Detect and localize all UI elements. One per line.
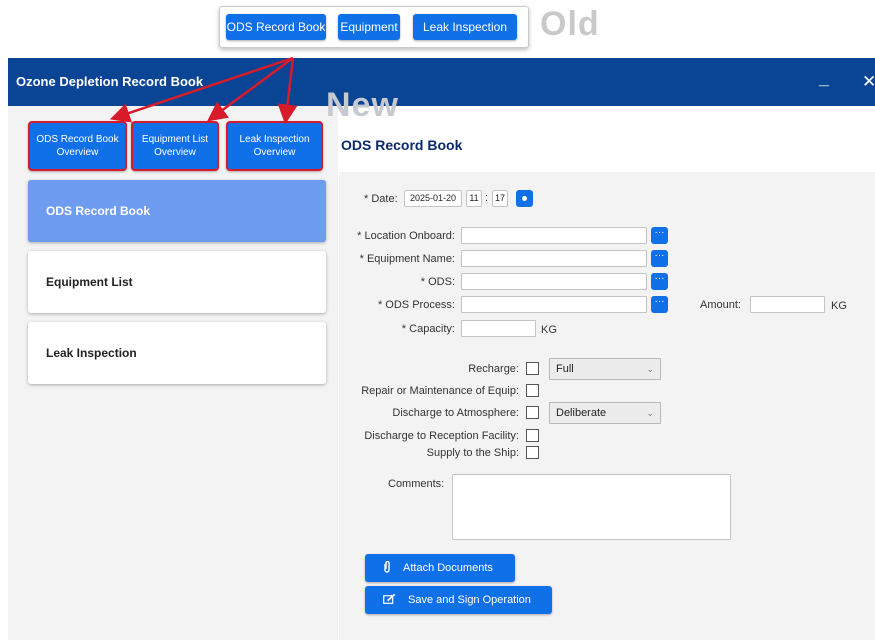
capacity-input[interactable]	[461, 320, 536, 337]
old-annotation-label: Old	[540, 5, 600, 43]
page-title: ODS Record Book	[341, 137, 463, 153]
location-lookup-button[interactable]: ···	[651, 227, 668, 244]
attach-documents-button[interactable]: Attach Documents	[365, 554, 515, 582]
equipment-lookup-button[interactable]: ···	[651, 250, 668, 267]
discharge-reception-checkbox[interactable]	[526, 429, 539, 442]
ods-lookup-button[interactable]: ···	[651, 273, 668, 290]
overview-line1: Leak Inspection	[239, 134, 310, 145]
overview-line2: Overview	[56, 147, 99, 158]
paperclip-icon	[383, 560, 391, 576]
sign-icon	[383, 593, 396, 607]
save-sign-label: Save and Sign Operation	[408, 594, 531, 606]
ods-label: * ODS:	[420, 276, 455, 288]
amount-input[interactable]	[750, 296, 825, 313]
discharge-atmosphere-select[interactable]: Deliberate ⌄	[549, 402, 661, 424]
nav-ods-record-book[interactable]: ODS Record Book	[28, 180, 326, 242]
ellipsis-icon: ···	[654, 227, 665, 238]
supply-label: Supply to the Ship:	[426, 447, 519, 459]
discharge-atmosphere-label: Discharge to Atmosphere:	[392, 407, 519, 419]
ellipsis-icon: ···	[654, 296, 665, 307]
equipment-name-label: * Equipment Name:	[359, 253, 455, 265]
minute-input[interactable]: 17	[492, 190, 508, 207]
recharge-label: Recharge:	[468, 363, 519, 375]
nav-equipment-list[interactable]: Equipment List	[28, 251, 326, 313]
ods-input[interactable]	[461, 273, 647, 290]
recharge-select-value: Full	[556, 363, 574, 375]
date-label: * Date:	[364, 193, 398, 205]
minimize-icon[interactable]: _	[819, 68, 829, 89]
leak-inspection-overview-button[interactable]: Leak Inspection Overview	[226, 121, 323, 171]
overview-line2: Overview	[253, 147, 296, 158]
chevron-down-icon: ⌄	[646, 364, 654, 374]
repair-checkbox[interactable]	[526, 384, 539, 397]
dot-icon	[522, 196, 527, 201]
recharge-select[interactable]: Full ⌄	[549, 358, 661, 380]
time-picker-button[interactable]	[516, 190, 533, 207]
repair-label: Repair or Maintenance of Equip:	[361, 385, 519, 397]
save-sign-button[interactable]: Save and Sign Operation	[365, 586, 552, 614]
overview-line1: ODS Record Book	[36, 134, 119, 145]
amount-label: Amount:	[700, 299, 741, 311]
discharge-atmosphere-select-value: Deliberate	[556, 407, 607, 419]
supply-checkbox[interactable]	[526, 446, 539, 459]
discharge-atmosphere-checkbox[interactable]	[526, 406, 539, 419]
capacity-unit: KG	[541, 324, 557, 336]
capacity-label: * Capacity:	[401, 323, 455, 335]
location-input[interactable]	[461, 227, 647, 244]
attach-documents-label: Attach Documents	[403, 562, 493, 574]
old-leak-inspection-button[interactable]: Leak Inspection	[413, 14, 517, 40]
equipment-list-overview-button[interactable]: Equipment List Overview	[131, 121, 219, 171]
ellipsis-icon: ···	[654, 250, 665, 261]
equipment-name-input[interactable]	[461, 250, 647, 267]
discharge-reception-label: Discharge to Reception Facility:	[364, 430, 519, 442]
comments-label: Comments:	[388, 478, 445, 490]
ods-process-input[interactable]	[461, 296, 647, 313]
time-separator: :	[485, 192, 489, 204]
close-icon[interactable]: ✕	[862, 72, 875, 92]
old-ods-record-book-button[interactable]: ODS Record Book	[226, 14, 326, 40]
location-label: * Location Onboard:	[357, 230, 455, 242]
hour-input[interactable]: 11	[466, 190, 482, 207]
nav-leak-inspection[interactable]: Leak Inspection	[28, 322, 326, 384]
new-annotation-label: New	[326, 86, 399, 124]
ellipsis-icon: ···	[654, 273, 665, 284]
chevron-down-icon: ⌄	[646, 408, 654, 418]
amount-unit: KG	[831, 300, 847, 312]
ods-process-label: * ODS Process:	[377, 299, 455, 311]
old-toolbar: ODS Record Book Equipment Leak Inspectio…	[219, 6, 529, 48]
recharge-checkbox[interactable]	[526, 362, 539, 375]
overview-line1: Equipment List	[141, 134, 209, 145]
old-equipment-button[interactable]: Equipment	[338, 14, 400, 40]
comments-textarea[interactable]	[452, 474, 731, 540]
window-titlebar: Ozone Depletion Record Book _ ✕	[8, 58, 875, 106]
window-title: Ozone Depletion Record Book	[16, 74, 204, 89]
ods-record-book-overview-button[interactable]: ODS Record Book Overview	[28, 121, 127, 171]
overview-line2: Overview	[154, 147, 196, 158]
ods-process-lookup-button[interactable]: ···	[651, 296, 668, 313]
date-input[interactable]: 2025-01-20	[404, 190, 462, 207]
